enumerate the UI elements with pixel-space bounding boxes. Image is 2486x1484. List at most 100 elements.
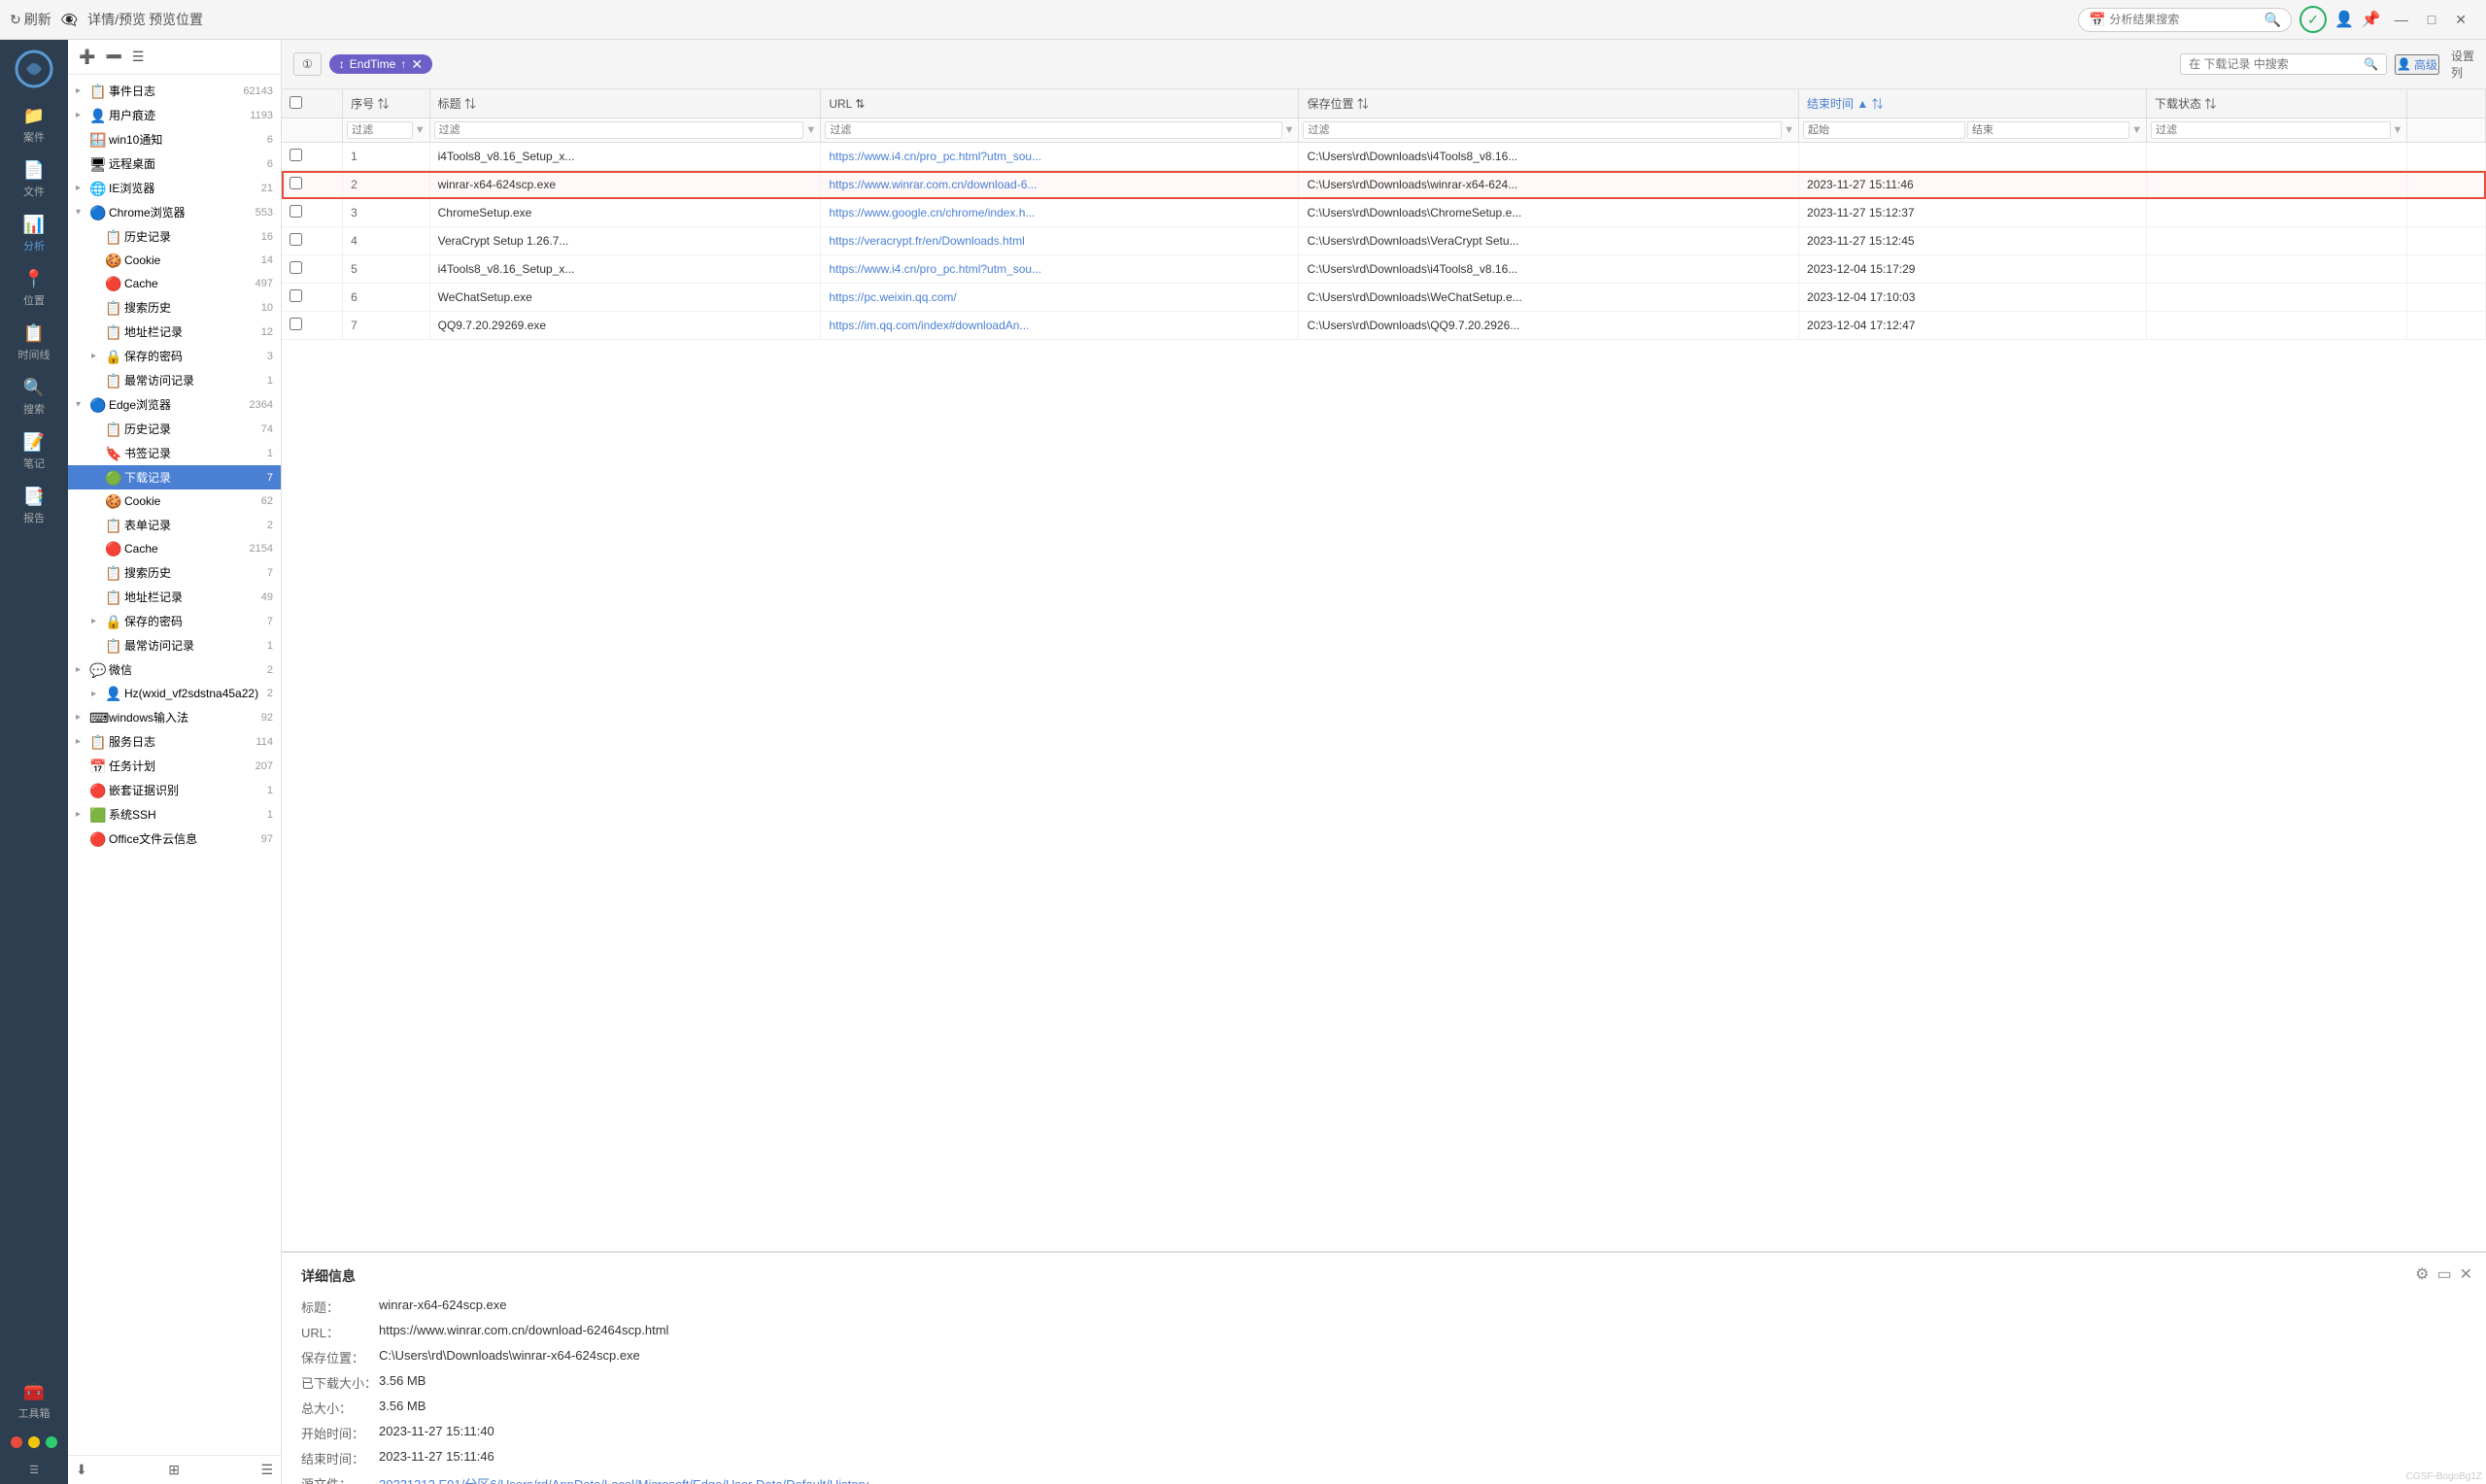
filter-num-input[interactable] <box>347 121 413 139</box>
dot-yellow[interactable] <box>28 1436 40 1448</box>
nav-bottom-list[interactable]: ☰ <box>260 1462 273 1478</box>
dot-green[interactable] <box>46 1436 57 1448</box>
tree-item-task_plan[interactable]: 📅任务计划207 <box>68 754 281 778</box>
nav-bottom-left[interactable]: ⬇ <box>76 1462 87 1478</box>
sidebar-item-tools[interactable]: 🧰 工具箱 <box>1 1374 67 1429</box>
sidebar-item-files[interactable]: 📄 文件 <box>0 152 68 207</box>
close-button[interactable]: ✕ <box>2449 10 2472 30</box>
table-index-button[interactable]: ① <box>293 52 322 76</box>
tree-item-edge_bookmark[interactable]: 🔖书签记录1 <box>68 441 281 465</box>
tree-item-office[interactable]: 🔴Office文件云信息97 <box>68 826 281 851</box>
refresh-button[interactable]: ↻ 刷新 <box>10 10 51 29</box>
pin-icon[interactable]: 📌 <box>2362 10 2381 29</box>
settings-columns-button[interactable]: 设置列 <box>2451 48 2474 81</box>
tree-item-wechat[interactable]: ▸💬微信2 <box>68 658 281 682</box>
sidebar-item-analysis[interactable]: 📊 分析 <box>0 207 68 261</box>
tree-expand-edge_browser[interactable]: ▾ <box>76 399 89 410</box>
tree-expand-service_log[interactable]: ▸ <box>76 736 89 747</box>
filter-end-input[interactable] <box>1967 121 2129 139</box>
col-header-num[interactable]: 序号 ⇅ <box>343 89 429 118</box>
advanced-button[interactable]: 👤 高级 <box>2395 54 2439 75</box>
tree-item-remote_desktop[interactable]: 🖥远程桌面6 <box>68 152 281 176</box>
sidebar-item-report[interactable]: 📑 报告 <box>0 479 68 533</box>
table-row[interactable]: 2 winrar-x64-624scp.exe https://www.winr… <box>282 171 2486 199</box>
row-checkbox-5[interactable] <box>289 289 302 302</box>
tree-expand-event_log[interactable]: ▸ <box>76 85 89 96</box>
tree-expand-ie_browser[interactable]: ▸ <box>76 183 89 193</box>
tree-item-chrome_browser[interactable]: ▾🔵Chrome浏览器553 <box>68 200 281 224</box>
sort-tag-close-button[interactable]: ✕ <box>411 57 423 71</box>
col-header-endtime[interactable]: 结束时间 ▲ ⇅ <box>1799 89 2147 118</box>
nav-list-button[interactable]: ☰ <box>129 46 148 68</box>
tree-item-windows_input[interactable]: ▸⌨windows输入法92 <box>68 705 281 729</box>
col-header-status[interactable]: 下载状态 ⇅ <box>2146 89 2406 118</box>
tree-item-event_log[interactable]: ▸📋事件日志62143 <box>68 79 281 103</box>
tree-item-edge_cookie[interactable]: 🍪Cookie62 <box>68 489 281 513</box>
tree-item-edge_recent[interactable]: 📋最常访问记录1 <box>68 633 281 658</box>
table-row[interactable]: 4 VeraCrypt Setup 1.26.7... https://vera… <box>282 227 2486 255</box>
tree-expand-wechat_acct[interactable]: ▸ <box>91 689 105 699</box>
detail-settings-button[interactable]: ⚙ <box>2415 1265 2429 1284</box>
sidebar-item-timeline[interactable]: 📋 时间线 <box>0 316 68 370</box>
table-row[interactable]: 7 QQ9.7.20.29269.exe https://im.qq.com/i… <box>282 312 2486 340</box>
tree-expand-windows_input[interactable]: ▸ <box>76 712 89 723</box>
detail-field-value[interactable]: 20231212.E01/分区6/Users/rd/AppData/Local/… <box>379 1474 868 1484</box>
detail-close-button[interactable]: ✕ <box>2460 1265 2472 1284</box>
select-all-checkbox[interactable] <box>289 96 302 109</box>
sidebar-item-cases[interactable]: 📁 案件 <box>0 98 68 152</box>
tree-item-edge_browser[interactable]: ▾🔵Edge浏览器2364 <box>68 392 281 417</box>
tree-expand-ssh[interactable]: ▸ <box>76 809 89 820</box>
sidebar-item-location[interactable]: 📍 位置 <box>0 261 68 316</box>
sidebar-item-notes[interactable]: 📝 笔记 <box>0 424 68 479</box>
tree-item-chrome_search[interactable]: 📋搜索历史10 <box>68 295 281 320</box>
row-checkbox-0[interactable] <box>289 149 302 161</box>
table-row[interactable]: 3 ChromeSetup.exe https://www.google.cn/… <box>282 199 2486 227</box>
filter-url-input[interactable] <box>825 121 1281 139</box>
filter-start-input[interactable] <box>1803 121 1965 139</box>
row-checkbox-1[interactable] <box>289 177 302 189</box>
global-search-input[interactable] <box>2109 13 2264 26</box>
tree-item-wechat_acct[interactable]: ▸👤Hz(wxid_vf2sdstna45a22)2 <box>68 682 281 705</box>
tree-expand-wechat[interactable]: ▸ <box>76 664 89 675</box>
hidden-button[interactable]: 👁‍🗨 <box>61 12 78 28</box>
tree-expand-chrome_password[interactable]: ▸ <box>91 351 105 361</box>
row-checkbox-4[interactable] <box>289 261 302 274</box>
tree-expand-edge_password[interactable]: ▸ <box>91 616 105 626</box>
nav-add-button[interactable]: ➕ <box>76 46 98 68</box>
tree-item-edge_password[interactable]: ▸🔒保存的密码7 <box>68 609 281 633</box>
tree-item-edge_download[interactable]: 🟢下载记录7 <box>68 465 281 489</box>
tree-item-cert[interactable]: 🔴嵌套证据识别1 <box>68 778 281 802</box>
tree-item-ie_browser[interactable]: ▸🌐IE浏览器21 <box>68 176 281 200</box>
tree-expand-chrome_browser[interactable]: ▾ <box>76 207 89 218</box>
tree-item-edge_history[interactable]: 📋历史记录74 <box>68 417 281 441</box>
filter-status-input[interactable] <box>2151 121 2391 139</box>
tree-item-edge_cache[interactable]: 🔴Cache2154 <box>68 537 281 560</box>
sidebar-item-menu[interactable]: ☰ <box>1 1456 67 1484</box>
tree-item-service_log[interactable]: ▸📋服务日志114 <box>68 729 281 754</box>
maximize-button[interactable]: □ <box>2422 10 2441 29</box>
minimize-button[interactable]: — <box>2389 10 2414 29</box>
row-checkbox-6[interactable] <box>289 318 302 330</box>
shield-button[interactable]: ✓ <box>2299 6 2327 33</box>
preview-button[interactable]: 详情/预览 预览位置 <box>87 10 203 29</box>
tree-item-chrome_cookie[interactable]: 🍪Cookie14 <box>68 249 281 272</box>
col-header-url[interactable]: URL ⇅ <box>821 89 1299 118</box>
filter-save-input[interactable] <box>1303 121 1782 139</box>
user-icon[interactable]: 👤 <box>2334 10 2354 29</box>
tree-item-chrome_cache[interactable]: 🔴Cache497 <box>68 272 281 295</box>
tree-item-win10_notice[interactable]: 🪟win10通知6 <box>68 127 281 152</box>
tree-item-edge_search[interactable]: 📋搜索历史7 <box>68 560 281 585</box>
tree-item-chrome_address[interactable]: 📋地址栏记录12 <box>68 320 281 344</box>
table-search-input[interactable] <box>2189 57 2364 71</box>
row-checkbox-2[interactable] <box>289 205 302 218</box>
filter-title-input[interactable] <box>434 121 804 139</box>
tree-item-chrome_password[interactable]: ▸🔒保存的密码3 <box>68 344 281 368</box>
nav-bottom-grid[interactable]: ⊞ <box>168 1462 180 1478</box>
tree-item-user_history[interactable]: ▸👤用户痕迹1193 <box>68 103 281 127</box>
table-row[interactable]: 1 i4Tools8_v8.16_Setup_x... https://www.… <box>282 143 2486 171</box>
tree-item-edge_table[interactable]: 📋表单记录2 <box>68 513 281 537</box>
table-row[interactable]: 6 WeChatSetup.exe https://pc.weixin.qq.c… <box>282 284 2486 312</box>
row-checkbox-3[interactable] <box>289 233 302 246</box>
tree-expand-user_history[interactable]: ▸ <box>76 110 89 120</box>
tree-item-chrome_history[interactable]: 📋历史记录16 <box>68 224 281 249</box>
